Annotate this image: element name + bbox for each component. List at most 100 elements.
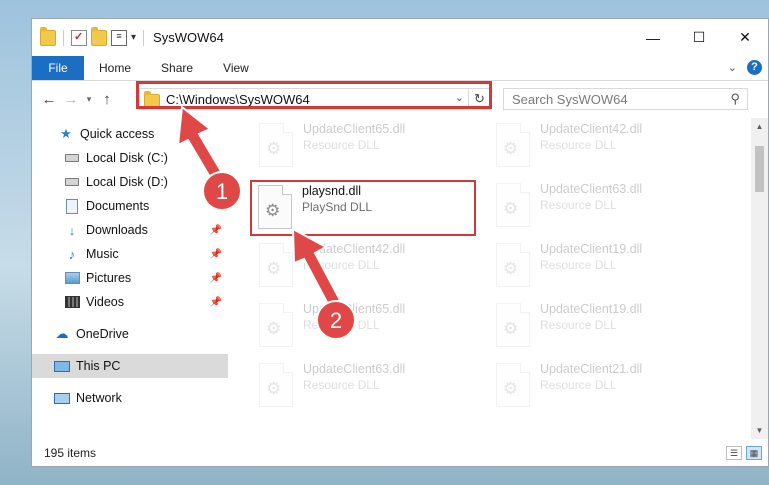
nav-item-label: Local Disk (D:) — [86, 175, 168, 189]
gear-icon: ⚙ — [265, 201, 281, 220]
nav-item-downloads[interactable]: ↓ Downloads 📌 — [32, 218, 228, 242]
scrollbar-thumb[interactable] — [755, 146, 764, 192]
properties-icon[interactable] — [71, 29, 87, 46]
nav-item-quick-access[interactable]: ★ Quick access — [32, 122, 228, 146]
file-tile[interactable]: ⚙ UpdateClient42.dll Resource DLL — [490, 120, 718, 170]
large-icons-view-icon[interactable]: ▦ — [746, 446, 762, 460]
window-controls: — ☐ ✕ — [630, 19, 768, 56]
file-list-pane: ⚙ UpdateClient65.dll Resource DLL ⚙ Updat… — [228, 118, 768, 439]
view-toggle: ☰ ▦ — [726, 446, 762, 460]
pin-icon[interactable]: 📌 — [210, 273, 222, 284]
file-tile[interactable]: ⚙ UpdateClient65.dll Resource DLL — [253, 120, 481, 170]
toolbar-divider — [143, 29, 145, 46]
file-name: UpdateClient42.dll — [540, 122, 643, 136]
nav-item-network[interactable]: Network — [32, 386, 228, 410]
file-name: UpdateClient63.dll — [303, 362, 406, 376]
expand-ribbon-icon[interactable]: ⌄ — [728, 61, 737, 74]
dll-file-icon: ⚙ — [259, 363, 293, 407]
nav-item-videos[interactable]: Videos 📌 — [32, 290, 228, 314]
dll-file-icon: ⚙ — [496, 363, 530, 407]
gear-icon: ⚙ — [503, 379, 519, 398]
tab-file[interactable]: File — [32, 56, 84, 80]
pin-icon[interactable]: 📌 — [210, 225, 222, 236]
gear-icon: ⚙ — [266, 259, 282, 278]
folder-icon[interactable] — [40, 26, 56, 46]
new-folder-icon[interactable] — [91, 26, 107, 46]
file-name: playsnd.dll — [302, 184, 362, 198]
nav-item-label: Music — [86, 247, 119, 261]
customize-toolbar-dropdown[interactable]: ▾ — [131, 32, 136, 43]
search-input[interactable] — [512, 91, 712, 107]
dll-file-icon: ⚙ — [496, 243, 530, 287]
file-tile[interactable]: ⚙ UpdateClient65.dll Resource DLL — [253, 300, 481, 350]
minimize-button[interactable]: — — [630, 19, 676, 56]
file-tile[interactable]: ⚙ UpdateClient63.dll Resource DLL — [490, 180, 718, 230]
this-pc-icon — [54, 358, 70, 374]
pin-icon[interactable]: 📌 — [210, 249, 222, 260]
nav-item-this-pc[interactable]: This PC — [32, 354, 228, 378]
help-icon[interactable]: ? — [747, 60, 762, 75]
file-tile[interactable]: ⚙ UpdateClient19.dll Resource DLL — [490, 240, 718, 290]
nav-item-onedrive[interactable]: ☁ OneDrive — [32, 322, 228, 346]
file-name: UpdateClient65.dll — [303, 302, 406, 316]
window-title: SysWOW64 — [153, 30, 224, 45]
star-icon: ★ — [60, 126, 72, 141]
dll-file-icon: ⚙ — [258, 185, 292, 229]
status-bar: 195 items ☰ ▦ — [32, 440, 768, 466]
main-content: ★ Quick access Local Disk (C:) Local Dis… — [32, 118, 768, 439]
gear-icon: ⚙ — [266, 319, 282, 338]
scroll-up-icon[interactable]: ▲ — [751, 118, 768, 135]
pictures-icon — [64, 270, 80, 286]
toolbar-divider — [63, 29, 64, 46]
maximize-button[interactable]: ☐ — [676, 19, 722, 56]
nav-item-label: This PC — [76, 359, 121, 373]
file-name: UpdateClient21.dll — [540, 362, 643, 376]
title-bar: ≡ ▾ SysWOW64 — ☐ ✕ — [32, 19, 768, 56]
file-type: Resource DLL — [303, 138, 380, 152]
item-count: 195 items — [44, 446, 97, 460]
back-button[interactable]: ← — [38, 91, 60, 108]
ribbon-tabs: File Home Share View ⌄ ? — [32, 56, 768, 81]
ribbon-right-controls: ⌄ ? — [728, 60, 762, 75]
pin-icon[interactable]: 📌 — [210, 297, 222, 308]
nav-item-label: Downloads — [86, 223, 148, 237]
music-icon: ♪ — [68, 246, 76, 262]
nav-item-label: Documents — [86, 199, 150, 213]
gear-icon: ⚙ — [503, 259, 519, 278]
details-view-icon[interactable]: ☰ — [726, 446, 742, 460]
file-tile[interactable]: ⚙ UpdateClient42.dll Resource DLL — [253, 240, 481, 290]
tab-share[interactable]: Share — [146, 56, 208, 80]
nav-item-local-disk-c[interactable]: Local Disk (C:) — [32, 146, 228, 170]
gear-icon: ⚙ — [266, 379, 282, 398]
tab-home[interactable]: Home — [84, 56, 146, 80]
nav-item-local-disk-d[interactable]: Local Disk (D:) — [32, 170, 228, 194]
file-tile[interactable]: ⚙ UpdateClient19.dll Resource DLL — [490, 300, 718, 350]
quick-access-toolbar: ≡ ▾ — [40, 26, 147, 46]
close-button[interactable]: ✕ — [722, 19, 768, 56]
nav-item-label: Quick access — [80, 127, 155, 141]
file-tile[interactable]: ⚙ UpdateClient63.dll Resource DLL — [253, 360, 481, 410]
nav-item-label: Pictures — [86, 271, 132, 285]
up-button[interactable]: ↑ — [96, 91, 118, 108]
file-tile-selected[interactable]: ⚙ playsnd.dll PlaySnd DLL — [250, 180, 476, 236]
recent-locations-icon[interactable]: ▾ — [82, 94, 96, 105]
scroll-down-icon[interactable]: ▼ — [751, 422, 768, 439]
nav-item-pictures[interactable]: Pictures 📌 — [32, 266, 228, 290]
tab-view[interactable]: View — [208, 56, 264, 80]
gear-icon: ⚙ — [503, 199, 519, 218]
gear-icon: ⚙ — [503, 319, 519, 338]
file-tile[interactable]: ⚙ UpdateClient21.dll Resource DLL — [490, 360, 718, 410]
search-box[interactable]: ⚲ — [503, 88, 748, 110]
file-type: Resource DLL — [540, 378, 617, 392]
file-type: Resource DLL — [540, 138, 617, 152]
nav-item-music[interactable]: ♪ Music 📌 — [32, 242, 228, 266]
network-icon — [54, 390, 70, 406]
file-type: Resource DLL — [540, 318, 617, 332]
view-icon[interactable]: ≡ — [111, 29, 127, 46]
nav-item-label: Videos — [86, 295, 124, 309]
nav-item-documents[interactable]: Documents — [32, 194, 228, 218]
drive-icon — [64, 174, 80, 190]
forward-button[interactable]: → — [60, 91, 82, 108]
vertical-scrollbar[interactable]: ▲ ▼ — [751, 118, 768, 439]
address-bar-highlight — [136, 81, 492, 109]
